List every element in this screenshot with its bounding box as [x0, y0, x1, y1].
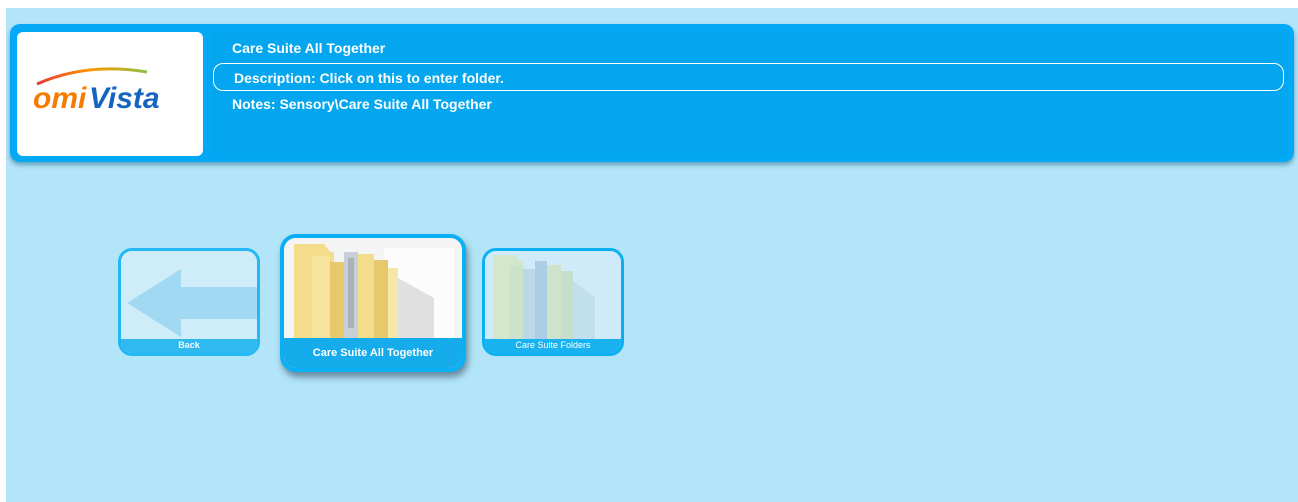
app-window: omi Vista Care Suite All Together Descri… — [6, 8, 1298, 502]
care-suite-folders-tile[interactable]: Care Suite Folders — [482, 248, 624, 356]
folder-icon — [284, 238, 462, 338]
item-description: Description: Click on this to enter fold… — [234, 70, 504, 86]
care-suite-folders-label: Care Suite Folders — [485, 339, 621, 353]
back-arrow-icon — [121, 251, 257, 341]
item-notes: Notes: Sensory\Care Suite All Together — [232, 96, 492, 112]
header-bar: omi Vista Care Suite All Together Descri… — [10, 24, 1294, 162]
info-panel: Care Suite All Together Description: Cli… — [210, 30, 1288, 158]
description-box: Description: Click on this to enter fold… — [213, 63, 1284, 91]
svg-text:Vista: Vista — [89, 82, 160, 115]
back-tile[interactable]: Back — [118, 248, 260, 356]
care-suite-all-together-label: Care Suite All Together — [284, 338, 462, 368]
omivista-logo-icon: omi Vista — [33, 67, 160, 115]
svg-text:omi: omi — [33, 82, 87, 115]
folder-icon — [485, 251, 621, 341]
care-suite-all-together-tile[interactable]: Care Suite All Together — [280, 234, 466, 372]
item-title: Care Suite All Together — [232, 40, 386, 56]
logo: omi Vista — [17, 32, 203, 156]
back-tile-label: Back — [121, 339, 257, 353]
